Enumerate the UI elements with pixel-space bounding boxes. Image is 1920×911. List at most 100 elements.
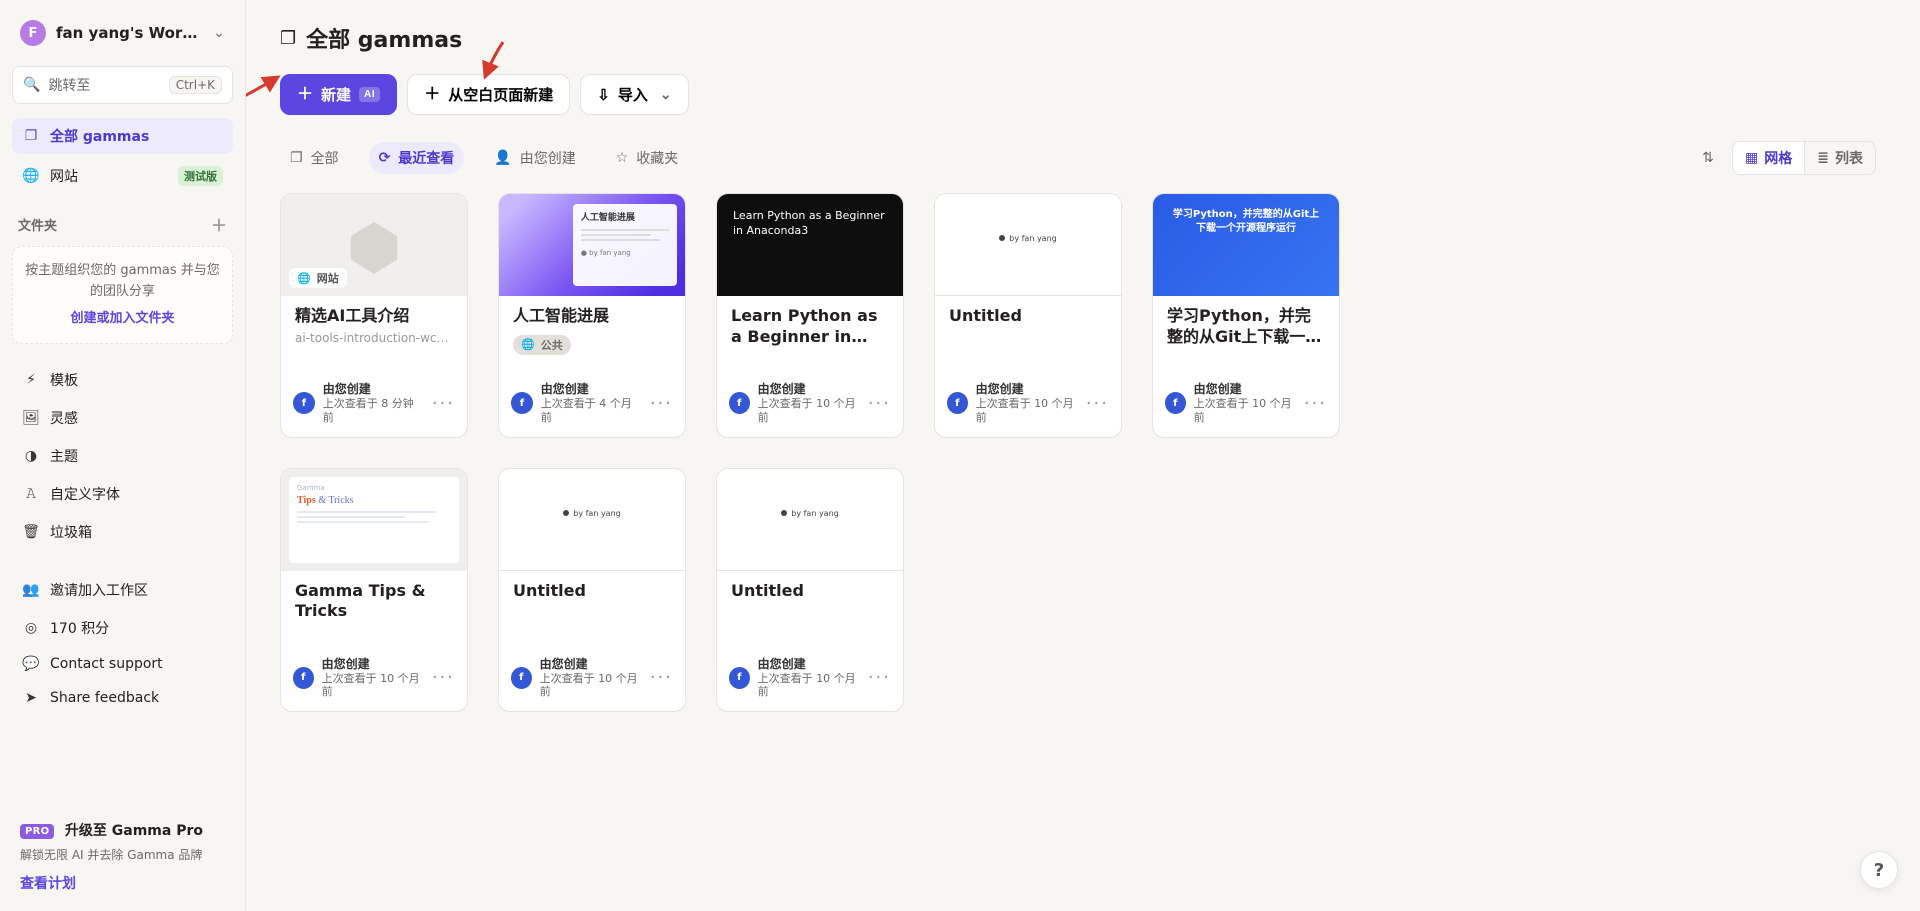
users-icon: [22, 582, 40, 598]
card-body: Gamma Tips & Tricks: [281, 571, 467, 651]
upgrade-box: PRO 升级至 Gamma Pro 解锁无限 AI 并去除 Gamma 品牌 查…: [12, 818, 233, 895]
last-viewed: 上次查看于 4 个月前: [541, 397, 642, 425]
card-footer: f 由您创建 上次查看于 10 个月前 ···: [935, 376, 1121, 437]
nav-inspiration[interactable]: 灵感: [12, 400, 233, 436]
filter-recent[interactable]: 最近查看: [369, 142, 465, 174]
star-icon: [616, 150, 629, 166]
coin-icon: [22, 620, 40, 636]
card-title: 学习Python，并完整的从Git上下载一个开源程序运行: [1167, 306, 1325, 348]
pro-cta[interactable]: 查看计划: [20, 873, 76, 893]
card-menu-button[interactable]: ···: [432, 667, 455, 688]
site-overlay: 网站: [289, 268, 347, 288]
slide-preview: Gamma Tips & Tricks: [289, 477, 459, 563]
card-footer: f 由您创建 上次查看于 10 个月前 ···: [281, 651, 467, 712]
card-title: Untitled: [949, 306, 1107, 327]
gamma-card[interactable]: 人工智能进展 ● by fan yang 人工智能进展公共 f 由您创建 上次查…: [498, 193, 686, 438]
slide-title: Learn Python as a Beginner in Anaconda3: [733, 208, 887, 239]
card-menu-button[interactable]: ···: [868, 393, 891, 414]
card-footer: f 由您创建 上次查看于 10 个月前 ···: [499, 651, 685, 712]
gamma-card[interactable]: by fan yang Untitled f 由您创建 上次查看于 10 个月前 …: [934, 193, 1122, 438]
card-menu-button[interactable]: ···: [1304, 393, 1327, 414]
gamma-card[interactable]: by fan yangUntitled f 由您创建 上次查看于 10 个月前 …: [498, 468, 686, 713]
card-footer: f 由您创建 上次查看于 10 个月前 ···: [1153, 376, 1339, 437]
nav-fonts[interactable]: 自定义字体: [12, 476, 233, 512]
nav-trash[interactable]: 垃圾箱: [12, 514, 233, 550]
pro-tag: PRO: [20, 824, 54, 839]
jump-to-search[interactable]: 跳转至 Ctrl+K: [12, 66, 233, 104]
last-viewed: 上次查看于 10 个月前: [758, 397, 860, 425]
created-by-label: 由您创建: [1194, 382, 1296, 397]
card-thumbnail: by fan yang: [935, 194, 1121, 296]
card-body: 精选AI工具介绍ai-tools-introduction-wcwwpgd.g…: [281, 296, 467, 376]
nav-support[interactable]: Contact support: [12, 648, 233, 680]
card-meta: 由您创建 上次查看于 10 个月前: [976, 382, 1078, 425]
card-body: Untitled: [935, 296, 1121, 376]
card-menu-button[interactable]: ···: [650, 667, 673, 688]
last-viewed: 上次查看于 10 个月前: [1194, 397, 1296, 425]
new-blank-button[interactable]: ＋ 从空白页面新建: [407, 74, 570, 115]
filter-created-by-you[interactable]: 由您创建: [484, 142, 585, 174]
card-subtitle: ai-tools-introduction-wcwwpgd.g…: [295, 331, 453, 345]
search-shortcut: Ctrl+K: [169, 76, 222, 94]
last-viewed: 上次查看于 10 个月前: [758, 672, 860, 700]
nav-label: 全部 gammas: [50, 126, 149, 146]
nav-feedback[interactable]: Share feedback: [12, 682, 233, 714]
nav-credits[interactable]: 170 积分: [12, 610, 233, 646]
card-meta: 由您创建 上次查看于 10 个月前: [758, 382, 860, 425]
nav-all-gammas[interactable]: 全部 gammas: [12, 118, 233, 154]
new-blank-label: 从空白页面新建: [448, 84, 553, 105]
contrast-icon: [22, 448, 40, 464]
gamma-card[interactable]: by fan yangUntitled f 由您创建 上次查看于 10 个月前 …: [716, 468, 904, 713]
created-by-label: 由您创建: [758, 657, 860, 672]
gamma-card[interactable]: Gamma Tips & Tricks Gamma Tips & Tricks …: [280, 468, 468, 713]
chevron-down-icon: [660, 86, 672, 103]
card-body: 人工智能进展公共: [499, 296, 685, 376]
page-header: 全部 gammas: [280, 22, 1876, 54]
send-icon: [22, 690, 40, 706]
help-fab[interactable]: ?: [1860, 851, 1898, 889]
import-button[interactable]: 导入: [580, 74, 688, 115]
card-menu-button[interactable]: ···: [868, 667, 891, 688]
chevron-down-icon: [213, 25, 225, 41]
create-folder-link[interactable]: 创建或加入文件夹: [25, 309, 220, 330]
workspace-switcher[interactable]: F fan yang's Workspace: [12, 14, 233, 52]
new-button-label: 新建: [321, 84, 351, 105]
pro-title: 升级至 Gamma Pro: [65, 823, 203, 839]
search-icon: [23, 77, 40, 93]
last-viewed: 上次查看于 10 个月前: [976, 397, 1078, 425]
author-avatar: f: [511, 392, 533, 414]
nav-templates[interactable]: 模板: [12, 362, 233, 398]
nav-sites[interactable]: 网站 测试版: [12, 158, 233, 194]
card-thumbnail: Gamma Tips & Tricks: [281, 469, 467, 571]
card-meta: 由您创建 上次查看于 10 个月前: [322, 657, 424, 700]
page-title: 全部 gammas: [306, 22, 462, 54]
filter-all[interactable]: 全部: [280, 142, 349, 174]
main-content: 全部 gammas ＋ 新建 AI ＋ 从空白页面新建 导入 全部: [246, 0, 1920, 911]
card-title: Gamma Tips & Tricks: [295, 581, 453, 623]
filter-favorites[interactable]: 收藏夹: [606, 142, 689, 174]
gamma-card[interactable]: Learn Python as a Beginner in Anaconda3L…: [716, 193, 904, 438]
gamma-card[interactable]: 网站精选AI工具介绍ai-tools-introduction-wcwwpgd.…: [280, 193, 468, 438]
globe-icon: [22, 168, 40, 184]
filter-right: 网格 列表: [1694, 141, 1876, 175]
folders-empty-note: 按主题组织您的 gammas 并与您的团队分享 创建或加入文件夹: [12, 246, 233, 344]
card-title: Untitled: [731, 581, 889, 602]
add-folder-button[interactable]: ＋: [211, 212, 227, 236]
import-label: 导入: [618, 84, 648, 105]
gamma-card[interactable]: 学习Python，并完整的从Git上下载一个开源程序运行学习Python，并完整…: [1152, 193, 1340, 438]
view-list[interactable]: 列表: [1804, 142, 1875, 174]
sort-button[interactable]: [1694, 144, 1722, 172]
card-menu-button[interactable]: ···: [432, 393, 455, 414]
nav-themes[interactable]: 主题: [12, 438, 233, 474]
card-thumbnail: 人工智能进展 ● by fan yang: [499, 194, 685, 296]
view-grid[interactable]: 网格: [1733, 142, 1804, 174]
created-by-label: 由您创建: [758, 382, 860, 397]
nav-invite[interactable]: 邀请加入工作区: [12, 572, 233, 608]
card-menu-button[interactable]: ···: [650, 393, 673, 414]
overlay-label: 网站: [317, 270, 339, 286]
new-button[interactable]: ＋ 新建 AI: [280, 74, 397, 115]
card-menu-button[interactable]: ···: [1086, 393, 1109, 414]
visibility-chip: 公共: [513, 335, 571, 355]
author-avatar: f: [1165, 392, 1186, 414]
last-viewed: 上次查看于 10 个月前: [540, 672, 642, 700]
